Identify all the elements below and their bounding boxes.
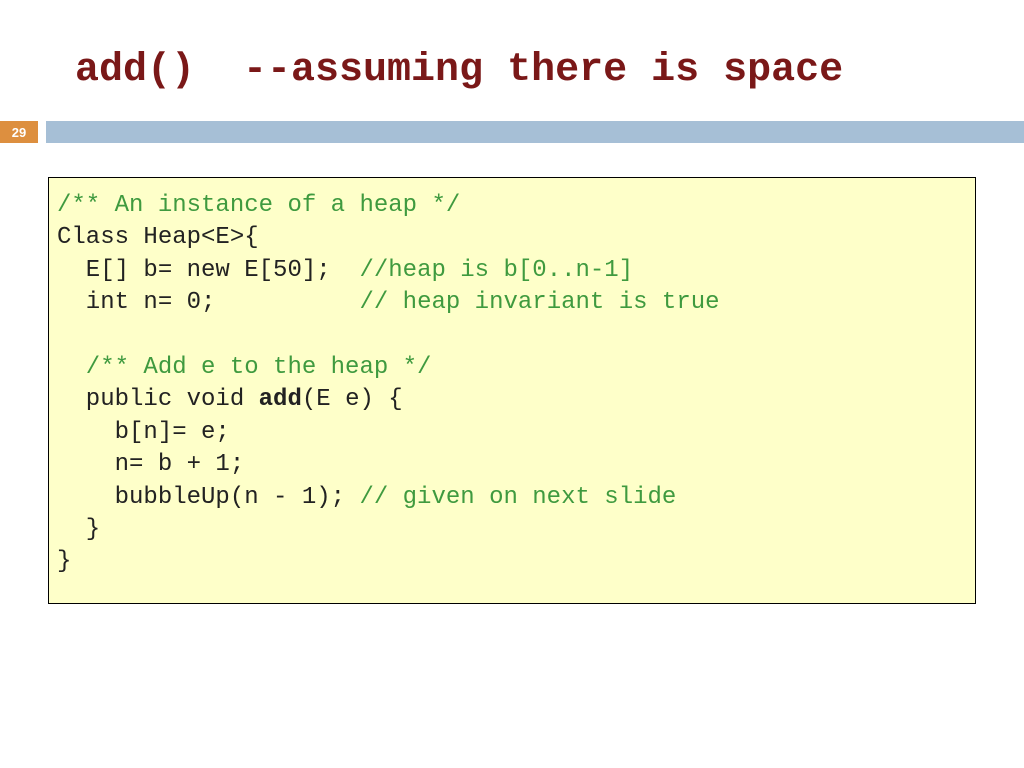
code-line: bubbleUp(n - 1); [57,484,345,511]
code-bold: add [259,386,302,413]
code-comment: // given on next slide [345,484,676,511]
slide-title: add() --assuming there is space [0,0,1024,93]
code-line: n= b + 1; [57,451,244,478]
divider-bar [46,121,1024,143]
code-block: /** An instance of a heap */ Class Heap<… [48,177,976,604]
code-line: public void [57,386,259,413]
divider-gap [38,121,46,143]
code-comment: //heap is b[0..n-1] [331,257,633,284]
code-comment: // heap invariant is true [215,289,719,316]
code-line: E[] b= new E[50]; [57,257,331,284]
code-comment: /** An instance of a heap */ [57,192,460,219]
code-line: } [57,516,100,543]
code-line: b[n]= e; [57,419,230,446]
code-line: Class Heap<E>{ [57,224,259,251]
code-line: } [57,548,71,575]
code-line: int n= 0; [57,289,215,316]
page-number-badge: 29 [0,121,38,143]
divider-row: 29 [0,121,1024,143]
code-comment: /** Add e to the heap */ [57,354,431,381]
code-line: (E e) { [302,386,403,413]
